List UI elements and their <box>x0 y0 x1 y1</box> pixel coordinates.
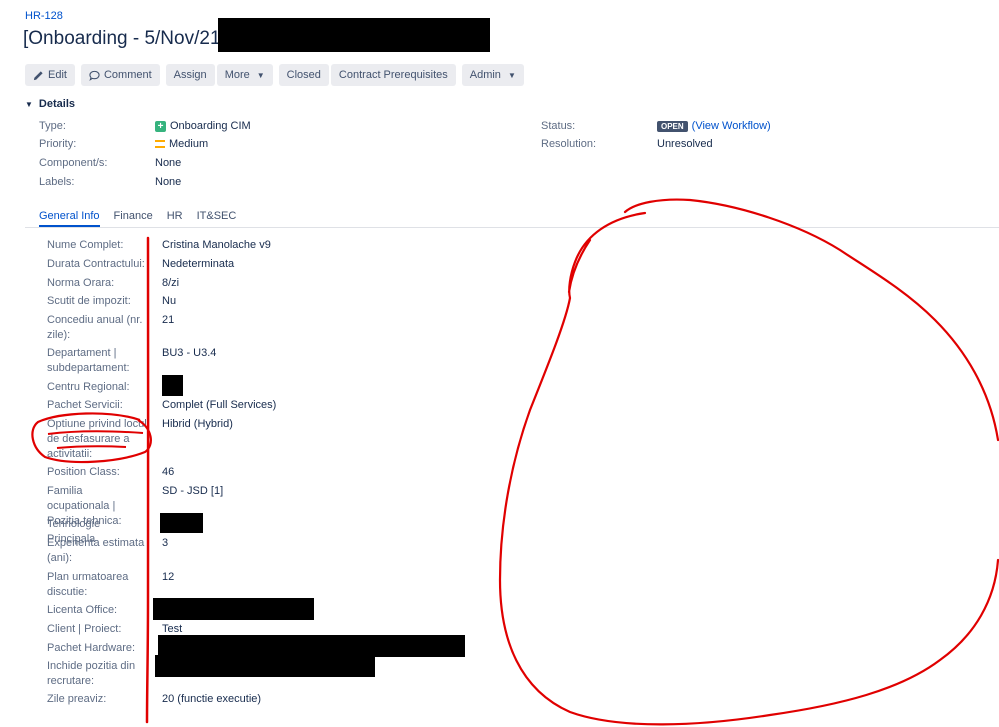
red-freehand-oval <box>498 198 999 726</box>
chevron-down-icon: ▼ <box>25 99 33 109</box>
priority-value: Medium <box>155 138 208 150</box>
field-value: Complet (Full Services) <box>162 399 277 411</box>
resolution-label: Resolution: <box>541 138 597 150</box>
type-value-text: Onboarding CIM <box>170 120 251 132</box>
components-value: None <box>155 157 182 169</box>
comment-label: Comment <box>103 69 152 81</box>
field-value: BU3 - U3.4 <box>162 347 217 359</box>
field-label: Durata Contractului: <box>47 258 145 270</box>
pencil-icon <box>33 70 43 80</box>
field-label: Plan urmatoarea discutie: <box>47 571 129 598</box>
closed-label: Closed <box>286 69 321 81</box>
field-label: Zile preaviz: <box>47 693 107 705</box>
field-label: Departament | subdepartament: <box>47 347 130 374</box>
field-value: Hibrid (Hybrid) <box>162 418 233 430</box>
type-value: + Onboarding CIM <box>155 120 251 132</box>
more-button[interactable]: More ▼ <box>216 64 273 86</box>
field-label: Licenta Office: <box>47 604 118 616</box>
issue-title-row: [Onboarding - 5/Nov/21] <box>23 25 226 53</box>
assign-label: Assign <box>173 69 207 81</box>
status-value: OPEN (View Workflow) <box>657 120 771 132</box>
redacted-licenta-office <box>153 598 314 620</box>
redacted-centru-regional <box>162 375 183 396</box>
view-workflow-link[interactable]: (View Workflow) <box>692 120 771 132</box>
tab-general-info[interactable]: General Info <box>39 210 100 227</box>
issue-title: [Onboarding - 5/Nov/21] <box>23 28 226 49</box>
field-value: Nedeterminata <box>162 258 235 270</box>
field-label: Centru Regional: <box>47 381 130 393</box>
priority-value-text: Medium <box>169 138 209 150</box>
admin-label: Admin <box>469 69 501 81</box>
labels-label: Labels: <box>39 176 75 188</box>
field-value: 20 (functie executie) <box>162 693 262 705</box>
field-value: Cristina Manolache v9 <box>162 239 271 251</box>
issue-toolbar: Edit Comment Assign More ▼ Closed Contrac… <box>25 64 524 86</box>
status-badge: OPEN <box>657 120 688 132</box>
field-label: Pachet Servicii: <box>47 399 123 411</box>
tab-it-sec[interactable]: IT&SEC <box>197 210 237 227</box>
closed-button[interactable]: Closed <box>278 64 329 86</box>
field-value: 3 <box>162 537 169 549</box>
redacted-pachet-hardware <box>158 635 465 657</box>
tab-finance[interactable]: Finance <box>114 210 153 227</box>
tab-hr[interactable]: HR <box>167 210 183 227</box>
redacted-title-suffix <box>218 18 490 52</box>
type-label: Type: <box>39 120 66 132</box>
components-label: Component/s: <box>39 157 108 169</box>
field-label: Optiune privind locul de desfasurare a a… <box>47 418 147 460</box>
field-tabs: General Info Finance HR IT&SEC <box>39 210 236 227</box>
field-label: Pachet Hardware: <box>47 642 136 654</box>
redacted-tehnologie <box>160 513 203 533</box>
field-label: Position Class: <box>47 466 120 478</box>
field-label: Client | Proiect: <box>47 623 122 635</box>
field-label: Experienta estimata (ani): <box>47 537 145 564</box>
field-label: Nume Complet: <box>47 239 124 251</box>
workflow-group: Closed Contract Prerequisites <box>278 64 456 86</box>
contract-prerequisites-button[interactable]: Contract Prerequisites <box>330 64 456 86</box>
field-label: Scutit de impozit: <box>47 295 131 307</box>
redacted-inchide-pozitia <box>155 655 375 677</box>
field-value: SD - JSD [1] <box>162 485 224 497</box>
red-annotation-overlay <box>31 198 999 726</box>
assign-more-group: Assign More ▼ <box>165 64 273 86</box>
details-toggle[interactable]: ▼ Details <box>25 98 75 110</box>
more-label: More <box>224 69 250 81</box>
tab-divider <box>25 227 999 228</box>
comment-icon <box>89 70 100 81</box>
status-label: Status: <box>541 120 576 132</box>
field-value: Nu <box>162 295 177 307</box>
chevron-down-icon: ▼ <box>256 70 265 80</box>
issue-key-link[interactable]: HR-128 <box>25 10 63 22</box>
field-value: 8/zi <box>162 277 180 289</box>
contract-prerequisites-label: Contract Prerequisites <box>338 69 448 81</box>
field-label: Concediu anual (nr. zile): <box>47 314 143 341</box>
plus-icon: + <box>155 120 166 132</box>
admin-button[interactable]: Admin ▼ <box>461 64 524 86</box>
edit-label: Edit <box>48 69 67 81</box>
assign-button[interactable]: Assign <box>165 64 215 86</box>
field-label: Norma Orara: <box>47 277 115 289</box>
chevron-down-icon: ▼ <box>507 70 516 80</box>
priority-medium-icon <box>155 140 165 148</box>
details-heading: Details <box>38 98 75 110</box>
labels-value: None <box>155 176 182 188</box>
field-value: 21 <box>162 314 175 326</box>
red-vertical-line <box>145 236 150 724</box>
field-value: 46 <box>162 466 175 478</box>
comment-button[interactable]: Comment <box>80 64 160 86</box>
field-value: 12 <box>162 571 175 583</box>
priority-label: Priority: <box>39 138 77 150</box>
edit-button[interactable]: Edit <box>25 64 75 86</box>
resolution-value: Unresolved <box>657 138 713 150</box>
field-label: Inchide pozitia din recrutare: <box>47 660 136 687</box>
